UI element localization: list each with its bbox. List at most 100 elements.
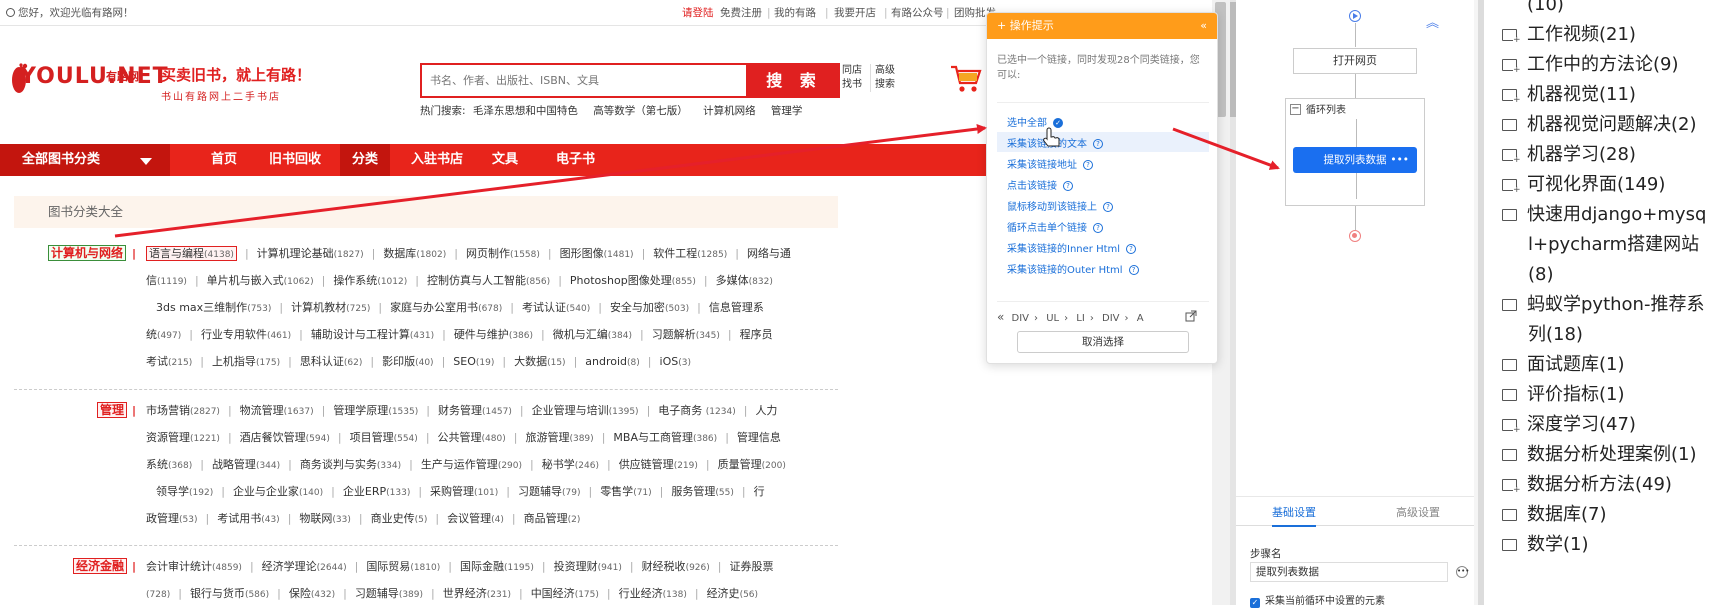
tab-advanced-settings[interactable]: 高级设置 <box>1396 504 1440 520</box>
shopping-cart-icon[interactable] <box>950 64 982 94</box>
blog-category-item[interactable]: + 机器学习(28) <box>1502 144 1636 166</box>
folder-plus-icon[interactable]: + <box>1502 29 1521 45</box>
subcategory-link[interactable]: 市场营销(2827) <box>146 404 220 417</box>
search-box[interactable] <box>420 63 748 98</box>
hot-search-item[interactable]: 高等数学（第七版） <box>593 105 688 117</box>
subcategory-link[interactable]: 物流管理(1637) <box>240 404 314 417</box>
tip-option[interactable]: 采集该链接的文本? <box>1007 135 1103 150</box>
subcategory-link[interactable]: 网络与通 <box>747 247 791 260</box>
step-name-input[interactable]: 提取列表数据 <box>1250 562 1448 582</box>
subcategory-link[interactable]: 网页制作(1558) <box>466 247 540 260</box>
blog-category-item[interactable]: 面试题库(1) <box>1502 354 1625 376</box>
nav-ebook[interactable]: 电子书 <box>556 144 595 176</box>
collapse-up-icon[interactable]: ︽ <box>1426 12 1439 31</box>
subcategory-link[interactable]: 旅游管理(389) <box>525 431 593 444</box>
subcategory-link[interactable]: 软件工程(1285) <box>653 247 727 260</box>
folder-icon[interactable] <box>1502 209 1517 221</box>
subcategory-link[interactable]: 微机与汇编(384) <box>553 328 632 341</box>
nav-join-store[interactable]: 入驻书店 <box>411 144 463 176</box>
search-input[interactable] <box>422 65 746 96</box>
subcategory-link[interactable]: 系统(368) <box>146 458 192 471</box>
cancel-selection-button[interactable]: 取消选择 <box>1017 331 1189 353</box>
subcategory-link[interactable]: 行 <box>754 485 765 498</box>
tip-option[interactable]: 点击该链接? <box>1007 177 1073 192</box>
folder-icon[interactable] <box>1502 359 1517 371</box>
folder-plus-icon[interactable]: + <box>1502 179 1521 195</box>
scrollbar-thumb[interactable] <box>1230 2 1236 117</box>
subcategory-link[interactable]: 经济学理论(2644) <box>262 560 347 573</box>
subcategory-link[interactable]: 证券股票 <box>730 560 774 573</box>
subcategory-link[interactable]: 程序员 <box>740 328 773 341</box>
subcategory-link[interactable]: 生产与运作管理(290) <box>421 458 522 471</box>
hot-search-item[interactable]: 毛泽东思想和中国特色 <box>473 105 578 117</box>
subcategory-link[interactable]: 资源管理(1221) <box>146 431 220 444</box>
blog-category-item[interactable]: + 机器视觉(11) <box>1502 84 1636 106</box>
subcategory-link[interactable]: 计算机理论基础(1827) <box>257 247 364 260</box>
blog-category-item[interactable]: 快速用django+mysq l+pycharm搭建网站 (8) <box>1502 204 1706 285</box>
subcategory-link[interactable]: 行业经济(138) <box>619 587 687 600</box>
all-categories-menu[interactable]: 全部图书分类 <box>0 144 170 176</box>
hot-search-item[interactable]: 计算机网络 <box>703 105 756 117</box>
hot-search-item[interactable]: 管理学 <box>771 105 803 117</box>
subcategory-link[interactable]: 商业史传(5) <box>371 512 428 525</box>
blog-category-item[interactable]: 数据分析处理案例(1) <box>1502 444 1697 466</box>
blog-category-item[interactable]: + 深度学习(47) <box>1502 414 1636 436</box>
subcategory-link[interactable]: 战略管理(344) <box>212 458 280 471</box>
nav-category[interactable]: 分类 <box>340 144 391 176</box>
blog-category-item[interactable]: + 工作中的方法论(9) <box>1502 54 1679 76</box>
subcategory-link[interactable]: 多媒体(832) <box>716 274 773 287</box>
subcategory-link[interactable]: 财务管理(1457) <box>438 404 512 417</box>
subcategory-link[interactable]: 财经税收(926) <box>642 560 710 573</box>
subcategory-link[interactable]: 公共管理(480) <box>438 431 506 444</box>
tip-option[interactable]: 循环点击单个链接? <box>1007 219 1103 234</box>
subcategory-link[interactable]: 会计审计统计(4859) <box>146 560 242 573</box>
subcategory-link[interactable]: 习题解析(345) <box>652 328 720 341</box>
double-chevron-left-icon[interactable]: « <box>997 310 1004 324</box>
subcategory-link[interactable]: 辅助设计与工程计算(431) <box>311 328 434 341</box>
subcategory-link[interactable]: SEO(19) <box>453 355 494 368</box>
blog-category-item[interactable]: 机器视觉问题解决(2) <box>1502 114 1697 136</box>
subcategory-link[interactable]: 保险(432) <box>289 587 335 600</box>
blog-category-item[interactable]: 数据库(7) <box>1502 504 1607 526</box>
more-icon[interactable]: ••• <box>1390 147 1409 173</box>
subcategory-link[interactable]: 习题辅导(79) <box>518 485 580 498</box>
subcategory-link[interactable]: 电子商务 (1234) <box>658 404 735 417</box>
folder-plus-icon[interactable]: + <box>1502 59 1521 75</box>
subcategory-link[interactable]: 考试认证(540) <box>522 301 590 314</box>
external-link-icon[interactable] <box>1185 307 1197 322</box>
search-button[interactable]: 搜 索 <box>748 63 840 98</box>
subcategory-link[interactable]: 酒店餐饮管理(594) <box>240 431 330 444</box>
subcategory-link[interactable]: Photoshop图像处理(855) <box>570 274 696 287</box>
nav-stationery[interactable]: 文具 <box>492 144 518 176</box>
subcategory-link[interactable]: 上机指导(175) <box>212 355 280 368</box>
subcategory-link[interactable]: 会议管理(4) <box>447 512 504 525</box>
subcategory-link[interactable]: 单片机与嵌入式(1062) <box>207 274 314 287</box>
tip-option[interactable]: 鼠标移动到该链接上? <box>1007 198 1113 213</box>
subcategory-link[interactable]: 企业管理与培训(1395) <box>532 404 639 417</box>
subcategory-link[interactable]: android(8) <box>585 355 640 368</box>
wechat-account-link[interactable]: 有路公众号 <box>891 0 944 26</box>
advanced-search-link[interactable]: 高级 搜索 <box>870 64 895 92</box>
tab-basic-settings[interactable]: 基础设置 <box>1272 504 1316 527</box>
subcategory-link[interactable]: iOS(3) <box>660 355 691 368</box>
nav-recycle[interactable]: 旧书回收 <box>269 144 321 176</box>
subcategory-link[interactable]: 经济史(56) <box>707 587 758 600</box>
folder-icon[interactable] <box>1502 119 1517 131</box>
folder-icon[interactable] <box>1502 299 1517 311</box>
blog-category-item[interactable]: + 工作视频(21) <box>1502 24 1636 46</box>
subcategory-link[interactable]: 3ds max三维制作(753) <box>156 301 271 314</box>
subcategory-link[interactable]: 管理学原理(1535) <box>333 404 418 417</box>
subcategory-link[interactable]: MBA与工商管理(386) <box>613 431 717 444</box>
nav-home[interactable]: 首页 <box>211 144 237 176</box>
subcategory-link[interactable]: 思科认证(62) <box>300 355 362 368</box>
category-label[interactable]: 管理 <box>97 397 128 424</box>
folder-icon[interactable] <box>1502 509 1517 521</box>
tip-option[interactable]: 采集该链接的Inner Html? <box>1007 240 1137 255</box>
subcategory-link[interactable]: 家庭与办公室用书(678) <box>390 301 502 314</box>
subcategory-link[interactable]: 零售学(71) <box>600 485 651 498</box>
subcategory-link[interactable]: 影印版(40) <box>382 355 433 368</box>
blog-category-item[interactable]: 数学(1) <box>1502 534 1589 556</box>
register-link[interactable]: 免费注册 <box>720 0 762 26</box>
folder-plus-icon[interactable]: + <box>1502 89 1521 105</box>
subcategory-link[interactable]: 国际贸易(1810) <box>366 560 440 573</box>
